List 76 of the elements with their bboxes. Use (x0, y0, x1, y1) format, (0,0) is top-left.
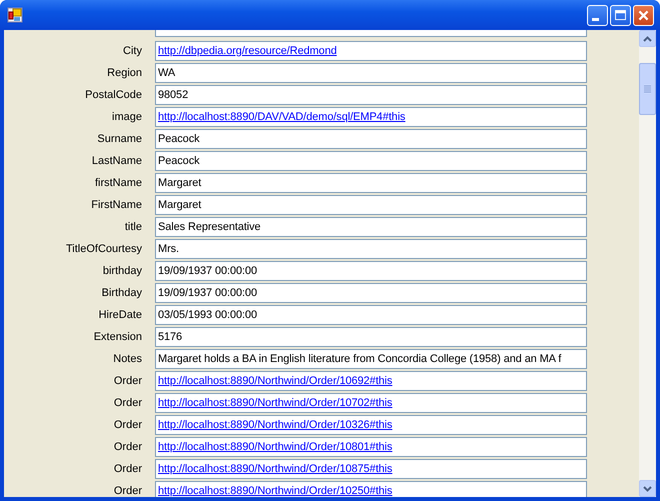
minimize-icon (592, 18, 599, 20)
field-value: 03/05/1993 00:00:00 (158, 309, 258, 321)
text-field[interactable]: 19/09/1937 00:00:00 (155, 283, 587, 303)
scroll-down-button[interactable] (639, 480, 656, 497)
field-label: Extension (92, 331, 142, 343)
field-label: Surname (96, 133, 142, 145)
text-field[interactable]: http://localhost:8890/Northwind/Order/10250#this (155, 481, 587, 497)
text-field[interactable]: http://localhost:8890/Northwind/Order/10702#this (155, 393, 587, 413)
field-label: Order (112, 485, 142, 497)
field-label: birthday (102, 265, 142, 277)
field-label: City (122, 45, 142, 57)
text-field[interactable]: WA (155, 63, 587, 83)
text-field[interactable]: 19/09/1937 00:00:00 (155, 261, 587, 281)
maximize-button[interactable] (610, 4, 631, 26)
grip-icon (644, 85, 651, 93)
field-value: Peacock (158, 133, 200, 145)
field-label: Birthday (100, 287, 142, 299)
field-label: HireDate (98, 309, 142, 321)
scroll-up-button[interactable] (639, 30, 656, 47)
text-field[interactable]: http://localhost:8890/DAV/VAD/demo/sql/EMP4#this (155, 107, 587, 127)
field-value: 19/09/1937 00:00:00 (158, 265, 258, 277)
field-label: PostalCode (84, 89, 142, 101)
text-field[interactable]: Margaret (155, 173, 587, 193)
text-field[interactable]: Sales Representative (155, 217, 587, 237)
link[interactable]: http://localhost:8890/Northwind/Order/10702#this (158, 397, 392, 409)
text-field[interactable]: Mrs. (155, 239, 587, 259)
field-value: Margaret holds a BA in English literature from Concordia College (1958) and an MA f (158, 353, 562, 365)
link[interactable]: http://localhost:8890/Northwind/Order/10875#this (158, 463, 392, 475)
text-field[interactable]: 98052 (155, 85, 587, 105)
field-label: Order (112, 463, 142, 475)
text-field[interactable] (155, 30, 587, 37)
field-label: Region (106, 67, 142, 79)
field-label: firstName (94, 177, 142, 189)
minimize-button[interactable] (587, 4, 608, 26)
link[interactable]: http://localhost:8890/Northwind/Order/10692#this (158, 375, 392, 387)
field-value: Margaret (158, 177, 202, 189)
text-field[interactable]: Peacock (155, 129, 587, 149)
field-label: FirstName (90, 199, 142, 211)
text-field[interactable]: 03/05/1993 00:00:00 (155, 305, 587, 325)
field-value: 19/09/1937 00:00:00 (158, 287, 258, 299)
link[interactable]: http://localhost:8890/DAV/VAD/demo/sql/EMP4#this (158, 111, 406, 123)
text-field[interactable]: Margaret holds a BA in English literature from Concordia College (1958) and an MA f (155, 349, 587, 369)
field-label: LastName (90, 155, 142, 167)
link[interactable]: http://localhost:8890/Northwind/Order/10801#this (158, 441, 392, 453)
app-icon (7, 7, 23, 23)
text-field[interactable]: Margaret (155, 195, 587, 215)
field-value: 98052 (158, 89, 188, 101)
field-value: Sales Representative (158, 221, 261, 233)
field-label: Order (112, 419, 142, 431)
text-field[interactable]: Peacock (155, 151, 587, 171)
field-label: Order (112, 375, 142, 387)
field-label: Order (112, 397, 142, 409)
field-label: title (124, 221, 142, 233)
text-field[interactable]: http://localhost:8890/Northwind/Order/10326#this (155, 415, 587, 435)
field-value: 5176 (158, 331, 182, 343)
field-label: Order (112, 441, 142, 453)
text-field[interactable]: http://localhost:8890/Northwind/Order/10875#this (155, 459, 587, 479)
chevron-up-icon (643, 36, 652, 42)
field-label: Notes (112, 353, 142, 365)
text-field[interactable]: 5176 (155, 327, 587, 347)
vertical-scrollbar[interactable] (639, 30, 656, 497)
text-field[interactable]: http://localhost:8890/Northwind/Order/10692#this (155, 371, 587, 391)
field-label: TitleOfCourtesy (64, 243, 142, 255)
field-value: Peacock (158, 155, 200, 167)
field-value: Mrs. (158, 243, 179, 255)
link[interactable]: http://dbpedia.org/resource/Redmond (158, 45, 337, 57)
link[interactable]: http://localhost:8890/Northwind/Order/10250#this (158, 485, 392, 497)
text-field[interactable]: http://localhost:8890/Northwind/Order/10801#this (155, 437, 587, 457)
link[interactable]: http://localhost:8890/Northwind/Order/10326#this (158, 419, 392, 431)
scroll-thumb[interactable] (639, 63, 656, 115)
close-button[interactable] (633, 4, 654, 26)
text-field[interactable]: http://dbpedia.org/resource/Redmond (155, 41, 587, 61)
field-value: Margaret (158, 199, 202, 211)
chevron-down-icon (643, 486, 652, 492)
field-label: image (111, 111, 142, 123)
field-value: WA (158, 67, 176, 79)
